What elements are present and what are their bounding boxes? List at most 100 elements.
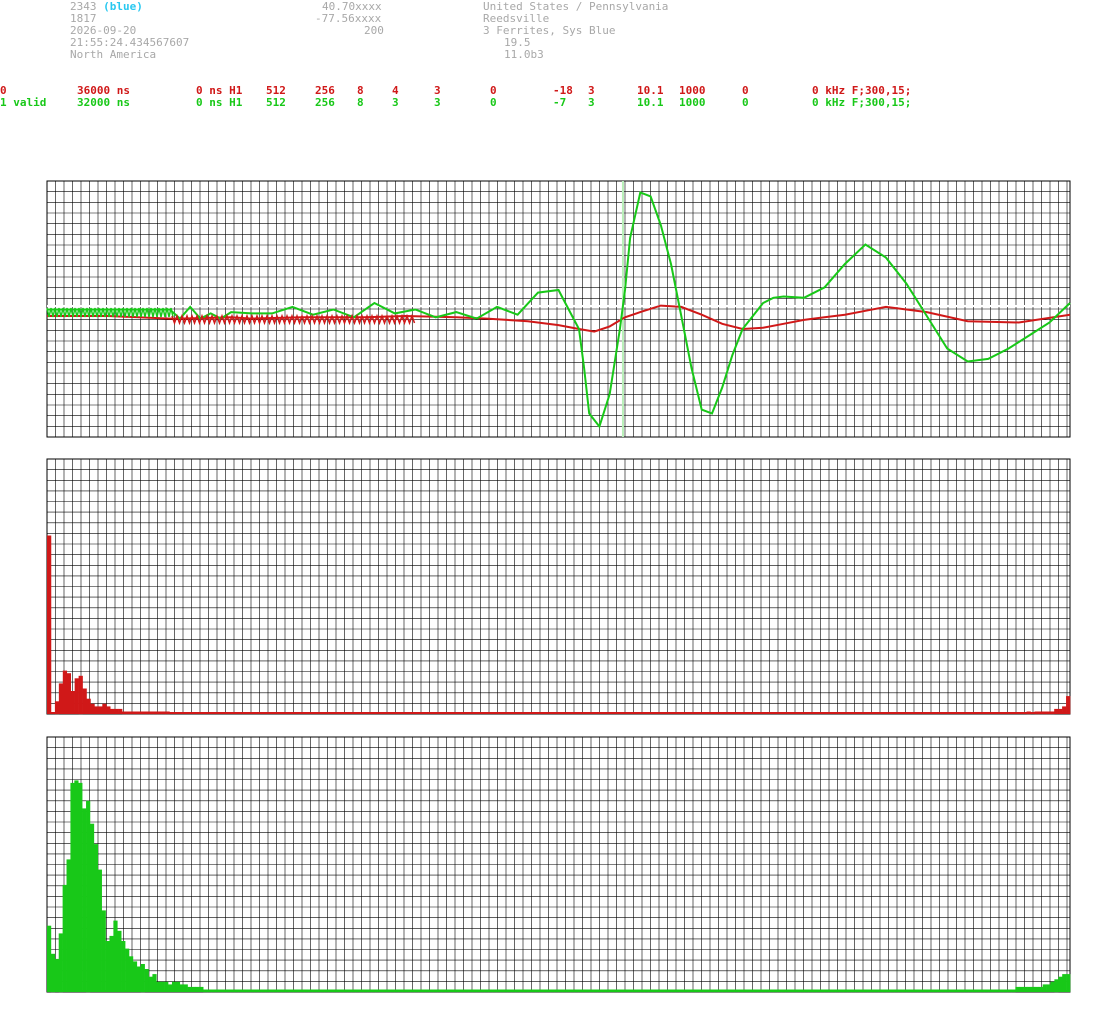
channel-1-spectrum-bar: [663, 989, 669, 993]
channel-1-spectrum-bar: [179, 984, 184, 992]
channel-1-spectrum-bar: [679, 989, 684, 993]
channel-1-spectrum-bar: [332, 989, 337, 993]
channel-1-spectrum-bar: [285, 989, 290, 993]
channel-1-spectrum-bar: [437, 989, 442, 993]
channel-0-spectrum-bar: [94, 706, 99, 714]
channel-1-spectrum-bar: [519, 989, 524, 993]
channel-0-spectrum-bar: [1026, 711, 1031, 715]
channel-0-spectrum-bar: [118, 708, 123, 714]
channel-1-spectrum-bar: [499, 989, 505, 993]
channel-0-spectrum-bar: [1066, 696, 1071, 714]
channel-1-spectrum-bar: [605, 989, 610, 993]
channel-1-spectrum-bar: [550, 989, 555, 993]
channel-1-spectrum-bar: [203, 989, 208, 993]
charts-canvas: [46, 180, 1071, 993]
channel-1-spectrum-bar: [328, 989, 333, 993]
channel-1-spectrum-bar: [269, 989, 274, 993]
channel-1-spectrum-bar: [93, 844, 99, 992]
channel-1-spectrum-bar: [800, 989, 805, 993]
channel-1-spectrum-bar: [168, 984, 173, 992]
channel-0-spectrum-bar: [141, 711, 147, 715]
channel-1-spectrum-bar: [894, 989, 899, 993]
channel-0-spectrum-bar: [122, 711, 127, 715]
channel-1-spectrum-bar: [898, 989, 903, 993]
channel-1-spectrum-bar: [105, 941, 110, 992]
channel-1-spectrum-bar: [675, 989, 680, 993]
channel-1-spectrum-bar: [191, 986, 196, 992]
channel-1-spectrum-bar: [511, 989, 516, 993]
spectrum-panel-channel-0: [46, 458, 1071, 715]
channel-1-spectrum-bar: [1058, 976, 1063, 992]
channel-0-spectrum-bar: [1034, 711, 1039, 715]
channel-1-spectrum-bar: [792, 989, 797, 993]
channel-1-spectrum-bar: [222, 989, 227, 993]
channel-0-spectrum-bar: [74, 678, 79, 714]
channel-1-spectrum-bar: [976, 989, 981, 993]
channel-1-spectrum-bar: [777, 989, 782, 993]
channel-0-spectrum-bar: [1042, 711, 1047, 715]
channel-0-spectrum-bar: [66, 673, 71, 714]
channel-1-spectrum-bar: [86, 800, 91, 993]
channel-0-spectrum-bar: [114, 708, 119, 714]
channel-1-spectrum-bar: [843, 989, 848, 993]
channel-1-spectrum-bar: [816, 989, 821, 993]
channel-1-spectrum-bar: [574, 989, 579, 993]
channel-1-spectrum-bar: [827, 989, 833, 993]
channel-1-spectrum-bar: [54, 958, 60, 992]
channel-1-spectrum-bar: [945, 989, 950, 993]
channel-1-spectrum-bar: [74, 780, 79, 992]
channel-1-spectrum-bar: [496, 989, 501, 993]
channel-1-spectrum-bar: [589, 989, 594, 993]
channel-1-spectrum-bar: [991, 989, 997, 993]
channel-0-spectrum-bar: [54, 701, 60, 715]
channel-1-spectrum-bar: [50, 953, 56, 993]
channel-1-spectrum-bar: [417, 989, 423, 993]
channel-1-spectrum-bar: [960, 989, 965, 993]
channel-1-spectrum-bar: [531, 989, 536, 993]
channel-1-spectrum-bar: [113, 920, 118, 992]
channel-1-spectrum-bar: [160, 981, 165, 992]
channel-1-spectrum-bar: [546, 989, 551, 993]
channel-1-spectrum-bar: [1007, 989, 1012, 993]
channel-1-spectrum-bar: [902, 989, 907, 993]
channel-0-spectrum-bar: [126, 711, 131, 715]
channel-0-spectrum-bar: [157, 711, 162, 715]
channel-1-spectrum-bar: [757, 989, 762, 993]
channel-1-spectrum-bar: [210, 989, 216, 993]
channel-1-spectrum-bar: [999, 989, 1004, 993]
channel-1-spectrum-bar: [581, 989, 587, 993]
channel-1-spectrum-bar: [984, 989, 989, 993]
channel-1-spectrum-bar: [460, 989, 466, 993]
channel-1-spectrum-bar: [995, 989, 1001, 993]
channel-1-spectrum-bar: [812, 989, 817, 993]
channel-1-spectrum-bar: [121, 941, 126, 992]
channel-1-spectrum-bar: [339, 989, 345, 993]
channel-1-spectrum-bar: [289, 989, 294, 993]
channel-1-spectrum-bar: [890, 989, 895, 993]
channel-1-spectrum-bar: [78, 782, 83, 992]
channel-1-spectrum-bar: [624, 989, 630, 993]
channel-1-spectrum-bar: [562, 989, 567, 993]
channel-1-spectrum-bar: [129, 956, 134, 992]
chart-grid: [46, 180, 1071, 438]
channel-1-spectrum-bar: [515, 989, 520, 993]
channel-1-spectrum-bar: [117, 930, 122, 992]
channel-1-spectrum-bar: [281, 989, 286, 993]
channel-1-spectrum-bar: [492, 989, 497, 993]
channel-1-spectrum-bar: [835, 989, 840, 993]
channel-1-spectrum-bar: [261, 989, 266, 993]
channel-1-spectrum-bar: [468, 989, 473, 993]
channel-1-spectrum-bar: [187, 986, 192, 992]
channel-1-spectrum-bar: [734, 989, 739, 993]
channel-1-spectrum-bar: [456, 989, 462, 993]
channel-1-spectrum-bar: [62, 884, 67, 992]
channel-1-spectrum-bar: [972, 989, 977, 993]
channel-1-spectrum-bar: [820, 989, 825, 993]
channel-1-spectrum-bar: [878, 989, 883, 993]
channel-1-spectrum-bar: [390, 989, 395, 993]
channel-1-spectrum-bar: [308, 989, 313, 993]
channel-0-spectrum-bar: [47, 535, 52, 714]
channel-1-spectrum-bar: [503, 989, 509, 993]
channel-1-spectrum-bar: [1023, 986, 1028, 992]
channel-1-spectrum-bar: [335, 989, 341, 993]
